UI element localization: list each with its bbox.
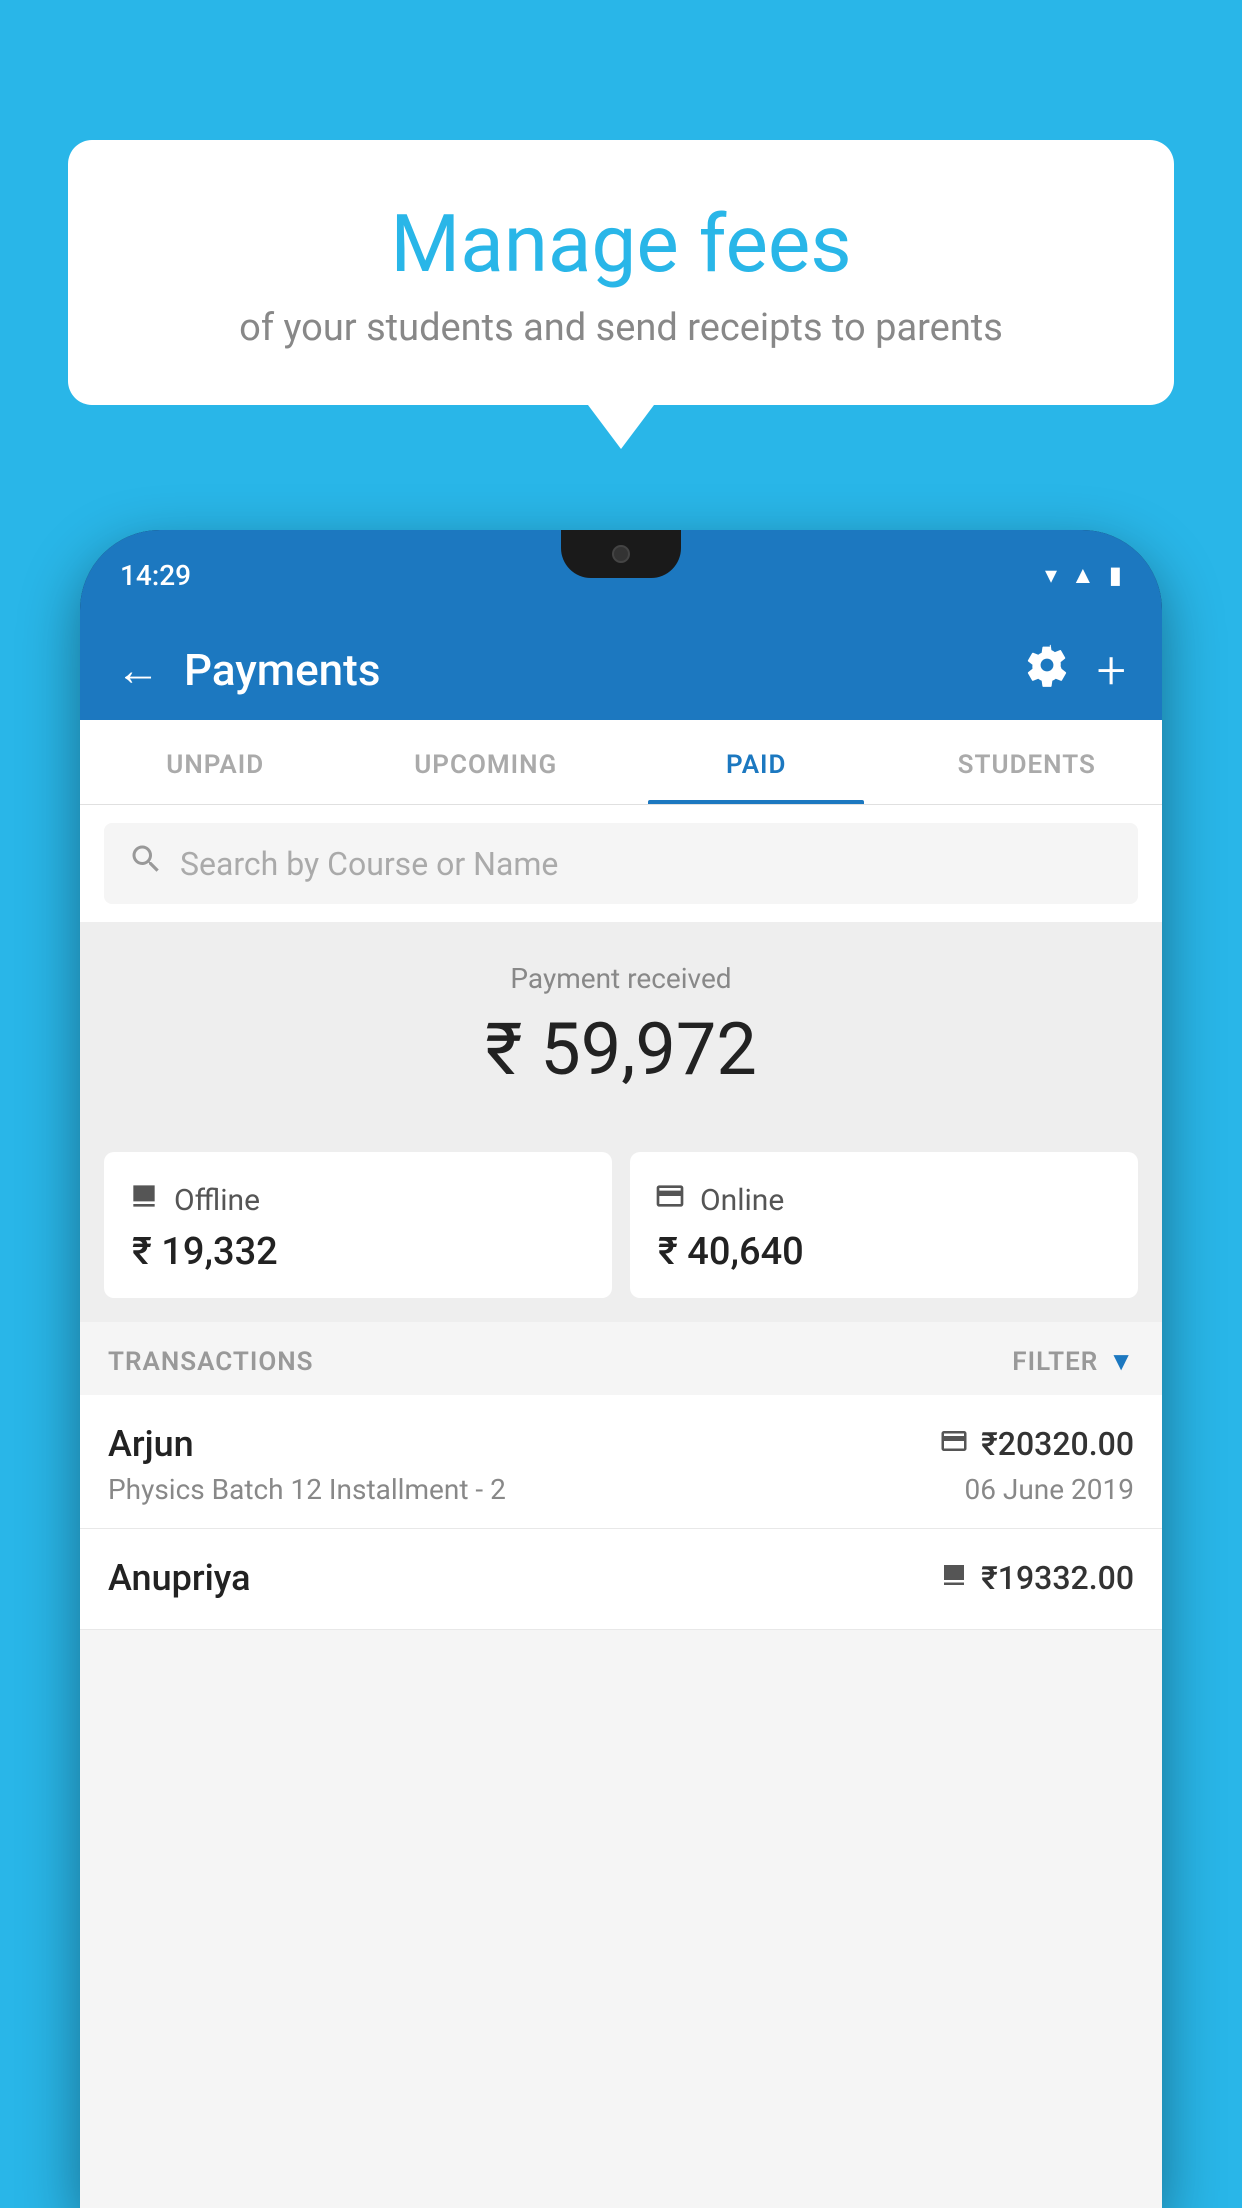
transaction-amount-row-anupriya: ₹19332.00 (939, 1559, 1134, 1597)
table-row[interactable]: Arjun ₹20320.00 Physics Batch 12 Install… (80, 1395, 1162, 1529)
settings-icon[interactable] (1025, 643, 1069, 698)
online-icon (654, 1180, 686, 1220)
status-icons: ▾ ▲ ▮ (1045, 561, 1122, 590)
offline-card: Offline ₹ 19,332 (104, 1152, 612, 1298)
phone-content: Search by Course or Name Payment receive… (80, 805, 1162, 2208)
phone-inner: 14:29 ▾ ▲ ▮ ← Payments + (80, 530, 1162, 2208)
app-header: ← Payments + (80, 620, 1162, 720)
status-time: 14:29 (120, 559, 191, 592)
transaction-top-arjun: Arjun ₹20320.00 (108, 1423, 1134, 1465)
filter-label: FILTER (1012, 1347, 1098, 1377)
offline-payment-icon-anupriya (939, 1560, 969, 1597)
battery-icon: ▮ (1109, 561, 1122, 589)
transaction-name-arjun: Arjun (108, 1423, 194, 1465)
speech-bubble-container: Manage fees of your students and send re… (68, 140, 1174, 405)
online-card-header: Online (654, 1180, 1114, 1220)
tabs-bar: UNPAID UPCOMING PAID STUDENTS (80, 720, 1162, 805)
transaction-date-arjun: 06 June 2019 (964, 1473, 1134, 1506)
online-card: Online ₹ 40,640 (630, 1152, 1138, 1298)
payment-received-section: Payment received ₹ 59,972 (80, 922, 1162, 1128)
search-bar[interactable]: Search by Course or Name (104, 823, 1138, 904)
transaction-amount-arjun: ₹20320.00 (981, 1425, 1134, 1463)
signal-icon: ▲ (1071, 561, 1095, 590)
online-amount: ₹ 40,640 (654, 1230, 1114, 1274)
transaction-course-arjun: Physics Batch 12 Installment - 2 (108, 1473, 506, 1506)
transaction-bottom-arjun: Physics Batch 12 Installment - 2 06 June… (108, 1473, 1134, 1506)
offline-card-header: Offline (128, 1180, 588, 1220)
table-row[interactable]: Anupriya ₹19332.00 (80, 1529, 1162, 1630)
payment-amount: ₹ 59,972 (104, 1007, 1138, 1092)
bubble-subtitle: of your students and send receipts to pa… (128, 306, 1114, 350)
camera-dot (612, 545, 630, 563)
notch (561, 530, 681, 578)
search-icon (128, 841, 164, 886)
transactions-label: TRANSACTIONS (108, 1347, 314, 1377)
page-title: Payments (184, 644, 1001, 696)
back-button[interactable]: ← (116, 644, 160, 696)
filter-button[interactable]: FILTER ▼ (1012, 1346, 1134, 1377)
tab-paid[interactable]: PAID (621, 720, 892, 804)
offline-amount: ₹ 19,332 (128, 1230, 588, 1274)
transactions-header: TRANSACTIONS FILTER ▼ (80, 1322, 1162, 1395)
tab-unpaid[interactable]: UNPAID (80, 720, 351, 804)
transaction-amount-row-arjun: ₹20320.00 (939, 1425, 1134, 1463)
offline-icon (128, 1180, 160, 1220)
payment-label: Payment received (104, 962, 1138, 995)
filter-icon: ▼ (1108, 1346, 1134, 1377)
payment-cards: Offline ₹ 19,332 Online ₹ 40,640 (80, 1128, 1162, 1322)
online-payment-icon-arjun (939, 1426, 969, 1463)
transaction-top-anupriya: Anupriya ₹19332.00 (108, 1557, 1134, 1599)
status-bar: 14:29 ▾ ▲ ▮ (80, 530, 1162, 620)
phone-frame: 14:29 ▾ ▲ ▮ ← Payments + (80, 530, 1162, 2208)
transaction-amount-anupriya: ₹19332.00 (981, 1559, 1134, 1597)
search-bar-container: Search by Course or Name (80, 805, 1162, 922)
tab-upcoming[interactable]: UPCOMING (351, 720, 622, 804)
transaction-name-anupriya: Anupriya (108, 1557, 251, 1599)
header-icons: + (1025, 640, 1126, 701)
tab-students[interactable]: STUDENTS (892, 720, 1163, 804)
bubble-title: Manage fees (128, 200, 1114, 288)
wifi-icon: ▾ (1045, 561, 1057, 589)
search-placeholder-text: Search by Course or Name (180, 845, 558, 883)
add-icon[interactable]: + (1097, 640, 1126, 701)
offline-label: Offline (174, 1183, 260, 1218)
online-label: Online (700, 1183, 784, 1218)
speech-bubble: Manage fees of your students and send re… (68, 140, 1174, 405)
